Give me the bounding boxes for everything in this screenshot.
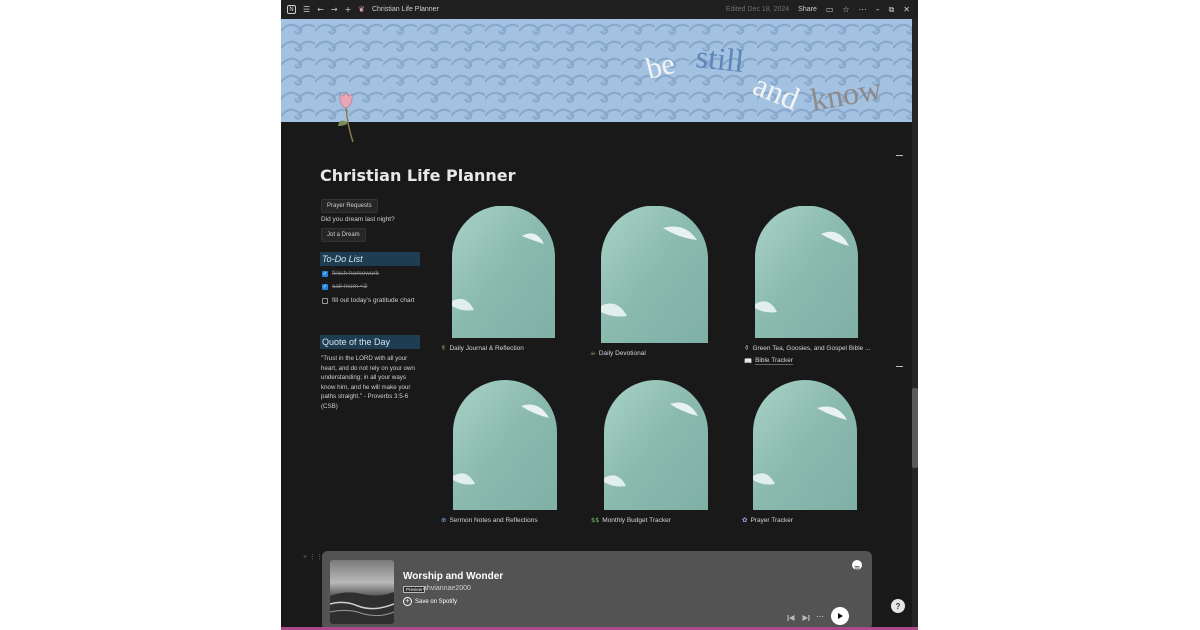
dream-question: Did you dream last night? (321, 216, 395, 223)
checked-icon[interactable]: ✓ (322, 270, 328, 277)
card-link-sermon-notes[interactable]: ⊕ Sermon Notes and Reflections (441, 516, 538, 524)
banner-word-still: still (694, 38, 746, 79)
spotify-embed[interactable]: Worship and Wonder Preview ahviannae2000… (322, 551, 872, 630)
star-icon[interactable]: ☆ (842, 5, 849, 14)
bible-tracker-link[interactable]: 📖 Bible Tracker (744, 357, 794, 365)
save-on-spotify-button[interactable]: + Save on Spotify (403, 597, 457, 606)
next-track-icon[interactable] (802, 614, 810, 622)
forward-arrow-icon[interactable]: → (331, 5, 338, 14)
play-button-icon[interactable] (831, 607, 849, 625)
spotify-logo-icon[interactable] (852, 560, 862, 571)
close-icon[interactable]: ✕ (903, 5, 910, 14)
collapse-handle-icon[interactable] (896, 155, 903, 156)
prayer-requests-button[interactable]: Prayer Requests (321, 199, 378, 213)
cover-banner: be still and know (281, 19, 912, 122)
drag-handle-icon[interactable]: + ⋮⋮ (303, 553, 323, 561)
more-icon[interactable]: ⋯ (859, 5, 867, 14)
page-title: Christian Life Planner (320, 166, 516, 185)
edited-timestamp: Edited Dec 18, 2024 (725, 6, 790, 13)
share-button[interactable]: Share (798, 6, 817, 13)
todo-header: To-Do List (320, 252, 420, 266)
quote-header: Quote of the Day (320, 335, 420, 349)
unchecked-icon[interactable] (322, 297, 328, 304)
quote-text: "Trust in the LORD with all your heart, … (321, 355, 415, 411)
help-button[interactable]: ? (891, 599, 905, 613)
album-cover-image[interactable] (330, 560, 394, 624)
card-link-prayer-tracker[interactable]: ✿ Prayer Tracker (742, 516, 793, 524)
previous-track-icon[interactable] (787, 614, 795, 622)
restore-icon[interactable]: ⧉ (889, 5, 895, 14)
scrollbar-thumb[interactable] (912, 388, 918, 468)
plus-circle-icon: + (403, 597, 412, 606)
comment-icon[interactable]: ▭ (826, 5, 834, 14)
notion-logo-icon[interactable]: N (287, 5, 296, 14)
tea-icon: ⚱ (744, 344, 750, 352)
globe-icon: ⊕ (441, 516, 447, 524)
todo-text[interactable]: fill out today's gratitude chart (332, 297, 415, 304)
money-icon: $$ (591, 516, 600, 524)
window-title[interactable]: Christian Life Planner (372, 6, 439, 13)
notion-window: N ☰ ← → + ❦ Christian Life Planner Edite… (281, 0, 918, 630)
minimize-icon[interactable]: – (876, 5, 880, 14)
back-arrow-icon[interactable]: ← (317, 5, 324, 14)
card-link-bible-study[interactable]: ⚱ Green Tea, Goosies, and Gospel Bible .… (744, 344, 871, 352)
book-icon: 📖 (744, 357, 753, 365)
coffee-icon: ☕ (590, 349, 596, 357)
menu-icon[interactable]: ☰ (303, 5, 310, 14)
todo-text[interactable]: call mom <3 (332, 283, 367, 290)
jot-dream-button[interactable]: Jot a Dream (321, 228, 366, 242)
more-options-icon[interactable]: ⋯ (816, 612, 824, 621)
tulip-small-icon: ❦ (358, 4, 365, 14)
playlist-title[interactable]: Worship and Wonder (403, 571, 503, 582)
butterfly-icon: ✿ (742, 516, 748, 524)
wave-pattern: be still and know (281, 19, 912, 122)
card-cover-image[interactable] (755, 206, 858, 338)
peace-hand-icon: ✌ (441, 344, 447, 352)
card-cover-image[interactable] (753, 380, 857, 510)
scrollbar-track[interactable] (912, 19, 918, 630)
preview-badge: Preview (403, 586, 426, 593)
card-link-budget-tracker[interactable]: $$ Monthly Budget Tracker (591, 516, 671, 524)
plus-icon[interactable]: + (345, 5, 352, 14)
card-cover-image[interactable] (601, 206, 708, 343)
todo-item[interactable]: ✓ finish homework (322, 270, 379, 277)
card-cover-image[interactable] (604, 380, 708, 510)
card-cover-image[interactable] (452, 206, 555, 338)
tulip-page-icon[interactable] (335, 90, 357, 145)
title-bar: N ☰ ← → + ❦ Christian Life Planner Edite… (281, 0, 918, 19)
collapse-handle-icon[interactable] (896, 366, 903, 367)
todo-item[interactable]: fill out today's gratitude chart (322, 297, 415, 304)
todo-text[interactable]: finish homework (332, 270, 379, 277)
todo-item[interactable]: ✓ call mom <3 (322, 283, 367, 290)
card-link-daily-journal[interactable]: ✌ Daily Journal & Reflection (441, 344, 524, 352)
card-link-daily-devotional[interactable]: ☕ Daily Devotional (590, 349, 646, 357)
playlist-owner[interactable]: ahviannae2000 (423, 585, 471, 592)
checked-icon[interactable]: ✓ (322, 283, 328, 290)
card-cover-image[interactable] (453, 380, 557, 510)
